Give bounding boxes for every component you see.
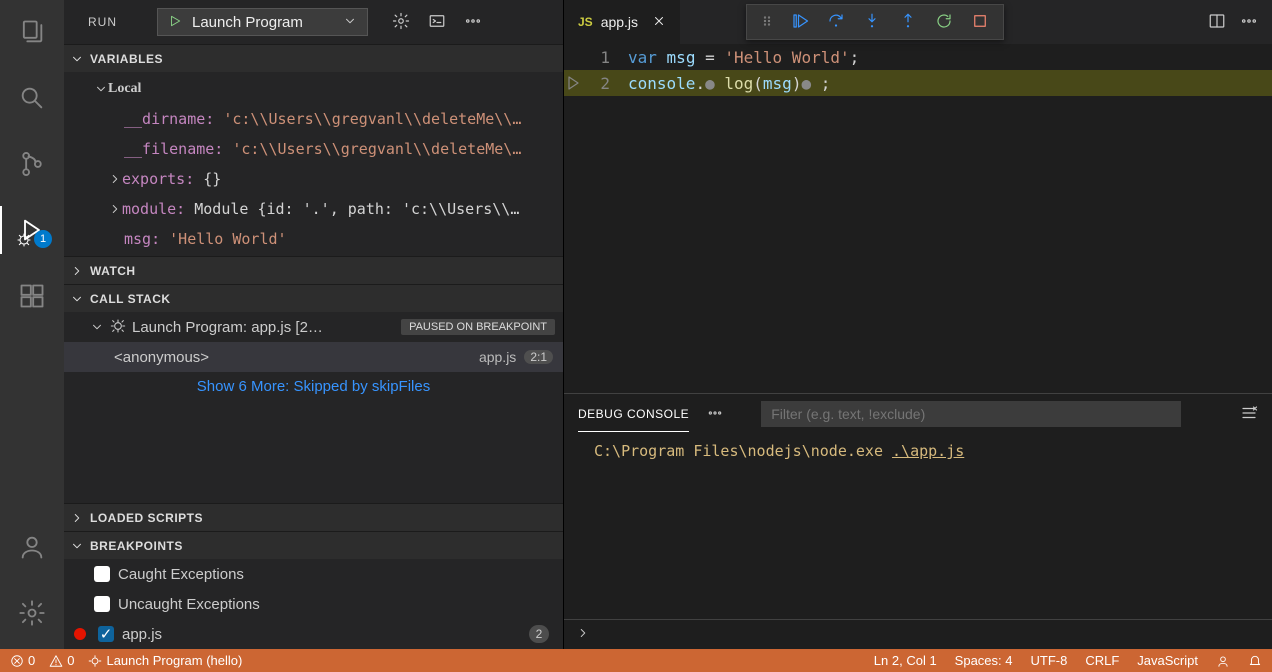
debug-console-icon[interactable] bbox=[428, 12, 446, 33]
gear-icon[interactable] bbox=[392, 12, 410, 33]
accounts-icon[interactable] bbox=[8, 523, 56, 571]
var-filename[interactable]: __filename: 'c:\\Users\\gregvanl\\delete… bbox=[64, 134, 563, 164]
debug-badge: 1 bbox=[34, 230, 52, 248]
debug-sidebar: RUN Launch Program VARIABLES Local bbox=[64, 0, 564, 649]
more-icon[interactable] bbox=[464, 12, 482, 33]
more-icon[interactable] bbox=[707, 405, 723, 424]
callstack-status: PAUSED ON BREAKPOINT bbox=[401, 319, 555, 335]
drag-handle-icon[interactable] bbox=[761, 13, 773, 32]
console-filter-input[interactable] bbox=[761, 401, 1181, 427]
console-output[interactable]: C:\Program Files\nodejs\node.exe .\app.j… bbox=[564, 434, 1272, 619]
js-file-icon: JS bbox=[578, 15, 593, 29]
settings-gear-icon[interactable] bbox=[8, 589, 56, 637]
checkbox-unchecked-icon[interactable] bbox=[94, 596, 110, 612]
extensions-icon[interactable] bbox=[8, 272, 56, 320]
restart-icon[interactable] bbox=[935, 12, 953, 33]
tab-debug-console[interactable]: DEBUG CONSOLE bbox=[578, 397, 689, 432]
more-icon[interactable] bbox=[1240, 12, 1258, 33]
watch-section[interactable]: WATCH bbox=[64, 256, 563, 284]
feedback-icon[interactable] bbox=[1216, 654, 1230, 668]
status-errors[interactable]: 0 bbox=[10, 653, 35, 668]
status-eol[interactable]: CRLF bbox=[1085, 653, 1119, 668]
chevron-down-icon bbox=[70, 539, 84, 553]
tab-appjs[interactable]: JS app.js bbox=[564, 0, 680, 44]
chevron-down-icon bbox=[94, 82, 108, 96]
bp-file[interactable]: ✓ app.js 2 bbox=[64, 619, 563, 649]
status-cursor-pos[interactable]: Ln 2, Col 1 bbox=[874, 653, 937, 668]
launch-config-select[interactable]: Launch Program bbox=[157, 8, 368, 36]
chevron-down-icon bbox=[70, 52, 84, 66]
run-header: RUN Launch Program bbox=[64, 0, 563, 44]
chevron-right-icon bbox=[70, 511, 84, 525]
bug-icon bbox=[110, 318, 126, 337]
close-icon[interactable] bbox=[652, 14, 666, 31]
var-exports[interactable]: exports: {} bbox=[64, 164, 563, 194]
bp-caught-exceptions[interactable]: Caught Exceptions bbox=[64, 559, 563, 589]
checkbox-unchecked-icon[interactable] bbox=[94, 566, 110, 582]
editor-area: JS app.js 1 var msg = 'Hello World'; 2 c… bbox=[564, 0, 1272, 649]
var-msg[interactable]: msg: 'Hello World' bbox=[64, 224, 563, 254]
clear-console-icon[interactable] bbox=[1240, 404, 1258, 425]
callstack-process[interactable]: Launch Program: app.js [2… PAUSED ON BRE… bbox=[64, 312, 563, 342]
split-editor-icon[interactable] bbox=[1208, 12, 1226, 33]
var-dirname[interactable]: __dirname: 'c:\\Users\\gregvanl\\deleteM… bbox=[64, 104, 563, 134]
chevron-right-icon bbox=[70, 264, 84, 278]
loaded-scripts-section[interactable]: LOADED SCRIPTS bbox=[64, 503, 563, 531]
sidebar-title: RUN bbox=[88, 15, 117, 29]
status-warnings[interactable]: 0 bbox=[49, 653, 74, 668]
status-debug-target[interactable]: Launch Program (hello) bbox=[88, 653, 242, 668]
explorer-icon[interactable] bbox=[8, 8, 56, 56]
step-over-icon[interactable] bbox=[827, 12, 845, 33]
variables-section[interactable]: VARIABLES bbox=[64, 44, 563, 72]
callstack-frame[interactable]: <anonymous> app.js 2:1 bbox=[64, 342, 563, 372]
execution-pointer-icon bbox=[566, 74, 584, 92]
source-control-icon[interactable] bbox=[8, 140, 56, 188]
start-debug-icon[interactable] bbox=[168, 14, 182, 31]
code-editor[interactable]: 1 var msg = 'Hello World'; 2 console.● l… bbox=[564, 44, 1272, 393]
var-module[interactable]: module: Module {id: '.', path: 'c:\\User… bbox=[64, 194, 563, 224]
callstack-show-more[interactable]: Show 6 More: Skipped by skipFiles bbox=[64, 372, 563, 401]
breakpoint-dot-icon bbox=[74, 628, 86, 640]
continue-icon[interactable] bbox=[791, 12, 809, 33]
repl-caret-icon[interactable] bbox=[576, 626, 590, 643]
step-into-icon[interactable] bbox=[863, 12, 881, 33]
activity-bar: 1 bbox=[0, 0, 64, 649]
bp-uncaught-exceptions[interactable]: Uncaught Exceptions bbox=[64, 589, 563, 619]
status-bar: 0 0 Launch Program (hello) Ln 2, Col 1 S… bbox=[0, 649, 1272, 672]
scope-local[interactable]: Local bbox=[64, 74, 563, 104]
chevron-down-icon bbox=[90, 320, 104, 334]
callstack-section[interactable]: CALL STACK bbox=[64, 284, 563, 312]
status-language[interactable]: JavaScript bbox=[1137, 653, 1198, 668]
chevron-down-icon[interactable] bbox=[343, 14, 357, 31]
status-indent[interactable]: Spaces: 4 bbox=[955, 653, 1013, 668]
notifications-icon[interactable] bbox=[1248, 654, 1262, 668]
checkbox-checked-icon[interactable]: ✓ bbox=[98, 626, 114, 642]
bp-line-badge: 2 bbox=[529, 625, 549, 643]
chevron-right-icon bbox=[108, 172, 122, 186]
breakpoints-section[interactable]: BREAKPOINTS bbox=[64, 531, 563, 559]
chevron-right-icon bbox=[108, 202, 122, 216]
code-line-1[interactable]: 1 var msg = 'Hello World'; bbox=[564, 44, 1272, 70]
console-line: C:\Program Files\nodejs\node.exe .\app.j… bbox=[594, 442, 1242, 460]
search-icon[interactable] bbox=[8, 74, 56, 122]
code-line-2[interactable]: 2 console.● log(msg)● ; bbox=[564, 70, 1272, 96]
launch-config-name: Launch Program bbox=[192, 14, 303, 31]
status-encoding[interactable]: UTF-8 bbox=[1031, 653, 1068, 668]
chevron-down-icon bbox=[70, 292, 84, 306]
run-debug-icon[interactable]: 1 bbox=[8, 206, 56, 254]
stop-icon[interactable] bbox=[971, 12, 989, 33]
bottom-panel: DEBUG CONSOLE C:\Program Files\nodejs\no… bbox=[564, 393, 1272, 649]
step-out-icon[interactable] bbox=[899, 12, 917, 33]
debug-toolbar[interactable] bbox=[746, 4, 1004, 40]
